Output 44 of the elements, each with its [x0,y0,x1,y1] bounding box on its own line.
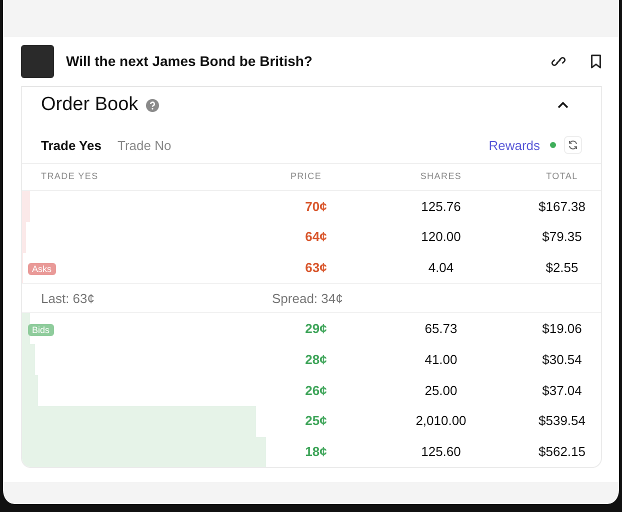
column-header: SHARES [419,170,463,184]
column-header: TRADE YES [40,170,100,184]
shares-cell-text: 125.76 [420,198,462,216]
refresh-icon [568,140,578,150]
total-cell-text: $37.04 [541,382,583,400]
column-header: TOTAL [545,170,579,184]
section-title: Order Book [41,93,138,117]
total-cell-text: $2.55 [544,259,580,278]
shares-cell-text: 41.00 [424,350,458,369]
total-cell-text: $562.15 [538,443,586,462]
shares-cell-text: 65.73 [424,320,458,338]
price-cell-text: 25¢ [304,412,328,430]
total-cell-text: $79.35 [541,228,583,246]
help-icon[interactable] [146,98,160,112]
total-cell-text: $19.06 [541,320,583,338]
shares-cell-text: 120.00 [420,228,462,246]
refresh-button[interactable] [564,136,582,154]
price-cell-text: 63¢ [304,259,328,278]
column-header: PRICE [289,170,323,184]
price-cell-text: 18¢ [304,443,328,462]
tab[interactable]: Trade Yes [41,136,102,155]
chevron-up-icon[interactable] [557,101,569,110]
rewards-link[interactable]: Rewards [488,136,540,155]
link-icon[interactable] [551,54,566,69]
bookmark-icon[interactable] [590,54,602,69]
shares-cell-text: 2,010.00 [414,412,468,430]
price-cell-text: 64¢ [304,228,328,246]
price-cell-text: 70¢ [304,198,328,216]
total-cell-text: $539.54 [538,412,586,430]
spread: Spread: 34¢ [272,290,344,308]
price-cell-text: 29¢ [304,320,328,338]
total-cell-text: $167.38 [538,198,586,216]
tab[interactable]: Trade No [117,136,172,155]
shares-cell-text: 25.00 [424,382,458,400]
market-title: Will the next James Bond be British? [66,52,312,71]
photo-placeholder [21,45,54,78]
price-cell-text: 28¢ [304,350,328,369]
side-tag: Bids [28,324,54,336]
total-cell-text: $30.54 [541,350,583,369]
last-price: Last: 63¢ [40,290,96,308]
price-cell-text: 26¢ [304,382,328,400]
side-tag: Asks [28,263,56,276]
shares-cell-text: 4.04 [427,259,455,278]
shares-cell-text: 125.60 [420,443,462,462]
